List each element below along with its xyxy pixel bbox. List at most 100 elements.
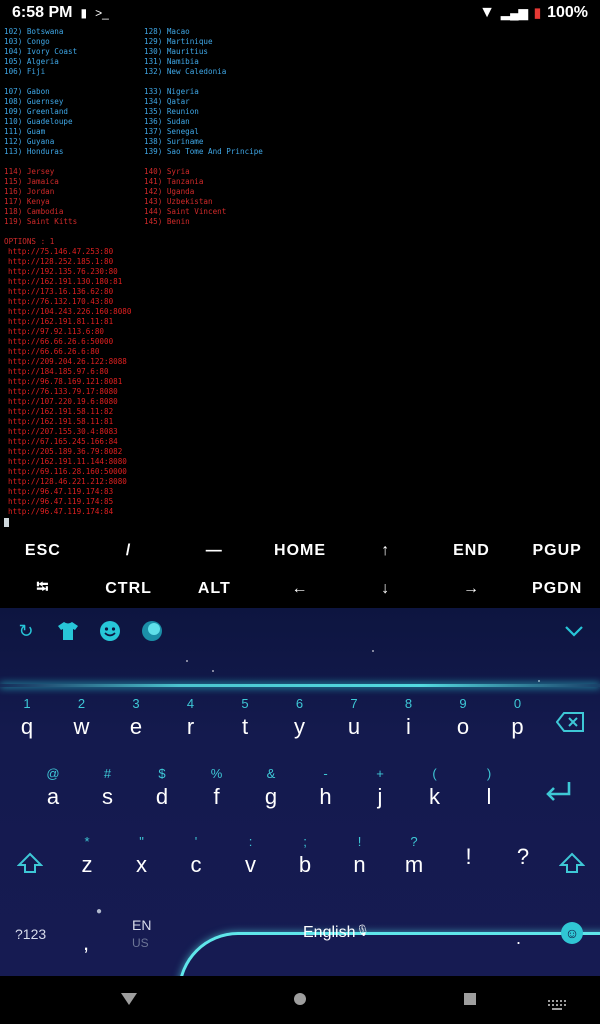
key-e[interactable]: 3e (109, 694, 163, 758)
extra-keys-row-2: ⭾ CTRL ALT ← ↓ → PGDN (0, 570, 600, 608)
keyboard-toolbar: ↻ (0, 608, 600, 654)
key-hint: + (376, 766, 384, 781)
country-entry: 113) Honduras (4, 147, 64, 156)
terminal-icon: >_ (95, 6, 109, 20)
key-label: h (319, 784, 332, 809)
extra-key[interactable]: ↑ (343, 542, 429, 560)
extra-key[interactable]: ALT (171, 580, 257, 598)
emoji-icon[interactable] (98, 619, 122, 643)
battery-charging-icon: ▮ (533, 5, 542, 20)
key-p[interactable]: 0p (491, 694, 545, 758)
key-g[interactable]: & g (244, 764, 298, 828)
theme-shirt-icon[interactable] (56, 619, 80, 643)
key-f[interactable]: % f (190, 764, 244, 828)
key-r[interactable]: 4r (164, 694, 218, 758)
extra-key[interactable]: / (86, 542, 172, 560)
swipe-icon[interactable]: ↻ (14, 619, 38, 643)
chevron-down-icon[interactable] (562, 619, 586, 643)
key-c[interactable]: ' c (169, 832, 223, 896)
key-o[interactable]: 9o (436, 694, 490, 758)
country-entry: 129) Martinique (144, 37, 213, 46)
options-title: OPTIONS : 1 (4, 237, 55, 246)
shift-left-icon[interactable] (10, 852, 50, 880)
key-n[interactable]: ! n (333, 832, 387, 896)
sticker-ball-icon[interactable] (140, 619, 164, 643)
key-label: g (264, 784, 278, 809)
key-hint: ) (486, 766, 492, 781)
proxy-url: http://128.46.221.212:8080 (8, 477, 127, 486)
back-icon[interactable] (120, 990, 138, 1011)
extra-key[interactable]: ⭾ (0, 576, 86, 603)
key-label: p (511, 714, 524, 739)
key-z[interactable]: * z (60, 832, 114, 896)
country-entry: 106) Fiji (4, 67, 46, 76)
key-m[interactable]: ? m (387, 832, 441, 896)
key-w[interactable]: 2w (55, 694, 109, 758)
space-key[interactable]: English🎙 (303, 924, 369, 942)
key-u[interactable]: 7u (327, 694, 381, 758)
proxy-url: http://192.135.76.230:80 (8, 267, 118, 276)
extra-key[interactable]: ESC (0, 542, 86, 560)
keyboard-switch-icon[interactable] (548, 994, 566, 1015)
country-entry: 107) Gabon (4, 87, 50, 96)
keyboard-bottom-row: ?123 ● , EN US English🎙 . ☺ (0, 898, 600, 976)
enter-icon[interactable] (538, 780, 578, 810)
extra-key[interactable]: ― (171, 542, 257, 560)
emoji-key-icon[interactable]: ☺ (561, 922, 583, 944)
key-d[interactable]: $ d (135, 764, 189, 828)
comma-key[interactable]: , (83, 930, 89, 956)
key-label: j (377, 784, 383, 809)
country-entry: 145) Benin (144, 217, 190, 226)
key-k[interactable]: (k (408, 764, 462, 828)
country-column-left: 114) Jersey 115) Jamaica 116) Jordan 117) K… (4, 167, 144, 227)
key-x[interactable]: " x (115, 832, 169, 896)
shift-right-icon[interactable] (552, 852, 592, 880)
extra-key[interactable]: PGUP (514, 542, 600, 560)
key-hint: # (103, 766, 112, 781)
proxy-url: http://162.191.130.180:81 (8, 277, 123, 286)
extra-key[interactable]: → (429, 580, 515, 598)
country-group: 114) Jersey 115) Jamaica 116) Jordan 117) K… (4, 167, 596, 227)
status-bar: 6:58 PM ▮ >_ ▼ ▂▄▆ ▮ 100% (0, 0, 600, 26)
proxy-url: http://173.16.136.62:80 (8, 287, 114, 296)
home-icon[interactable] (293, 990, 307, 1011)
backspace-icon[interactable] (550, 712, 590, 738)
key-label: l (486, 784, 492, 809)
symbols-key[interactable]: ?123 (15, 926, 46, 942)
key-q[interactable]: 1q (0, 694, 54, 758)
country-column-right: 128) Macao 129) Martinique 130) Mauritius 1… (144, 27, 284, 77)
key-s[interactable]: # s (81, 764, 135, 828)
key-a[interactable]: @ a (26, 764, 80, 828)
terminal-output[interactable]: 102) Botswana 103) Congo 104) Ivory Coast 1… (0, 26, 600, 532)
proxy-url: http://205.189.36.79:8082 (8, 447, 123, 456)
extra-key[interactable]: HOME (257, 542, 343, 560)
key-label: w (73, 714, 90, 739)
key-![interactable]: ! (442, 832, 496, 896)
key-y[interactable]: 6y (273, 694, 327, 758)
language-key[interactable]: EN US (132, 916, 151, 952)
key-row-1: 1q2w3e4r5t6y7u8i9o0p (0, 694, 600, 758)
key-label: k (429, 784, 440, 809)
key-i[interactable]: 8i (382, 694, 436, 758)
key-t[interactable]: 5t (218, 694, 272, 758)
key-?[interactable]: ? (496, 832, 550, 896)
key-h[interactable]: -h (299, 764, 353, 828)
key-hint: 3 (132, 696, 140, 711)
key-row-3: * z " x ' c: v; b! n? m!? (0, 832, 600, 896)
key-j[interactable]: + j (353, 764, 407, 828)
extra-key[interactable]: ← (257, 580, 343, 598)
extra-key[interactable]: END (429, 542, 515, 560)
country-entry: 108) Guernsey (4, 97, 64, 106)
key-l[interactable]: ) l (462, 764, 516, 828)
period-key[interactable]: . (516, 928, 521, 949)
key-b[interactable]: ; b (278, 832, 332, 896)
proxy-url: http://76.132.170.43:80 (8, 297, 114, 306)
country-entry: 144) Saint Vincent (144, 207, 227, 216)
key-label: q (20, 714, 34, 739)
extra-key[interactable]: PGDN (514, 580, 600, 598)
extra-key[interactable]: ↓ (343, 580, 429, 598)
key-v[interactable]: :v (224, 832, 278, 896)
key-label: z (81, 852, 93, 877)
recents-icon[interactable] (463, 990, 477, 1011)
extra-key[interactable]: CTRL (86, 580, 172, 598)
